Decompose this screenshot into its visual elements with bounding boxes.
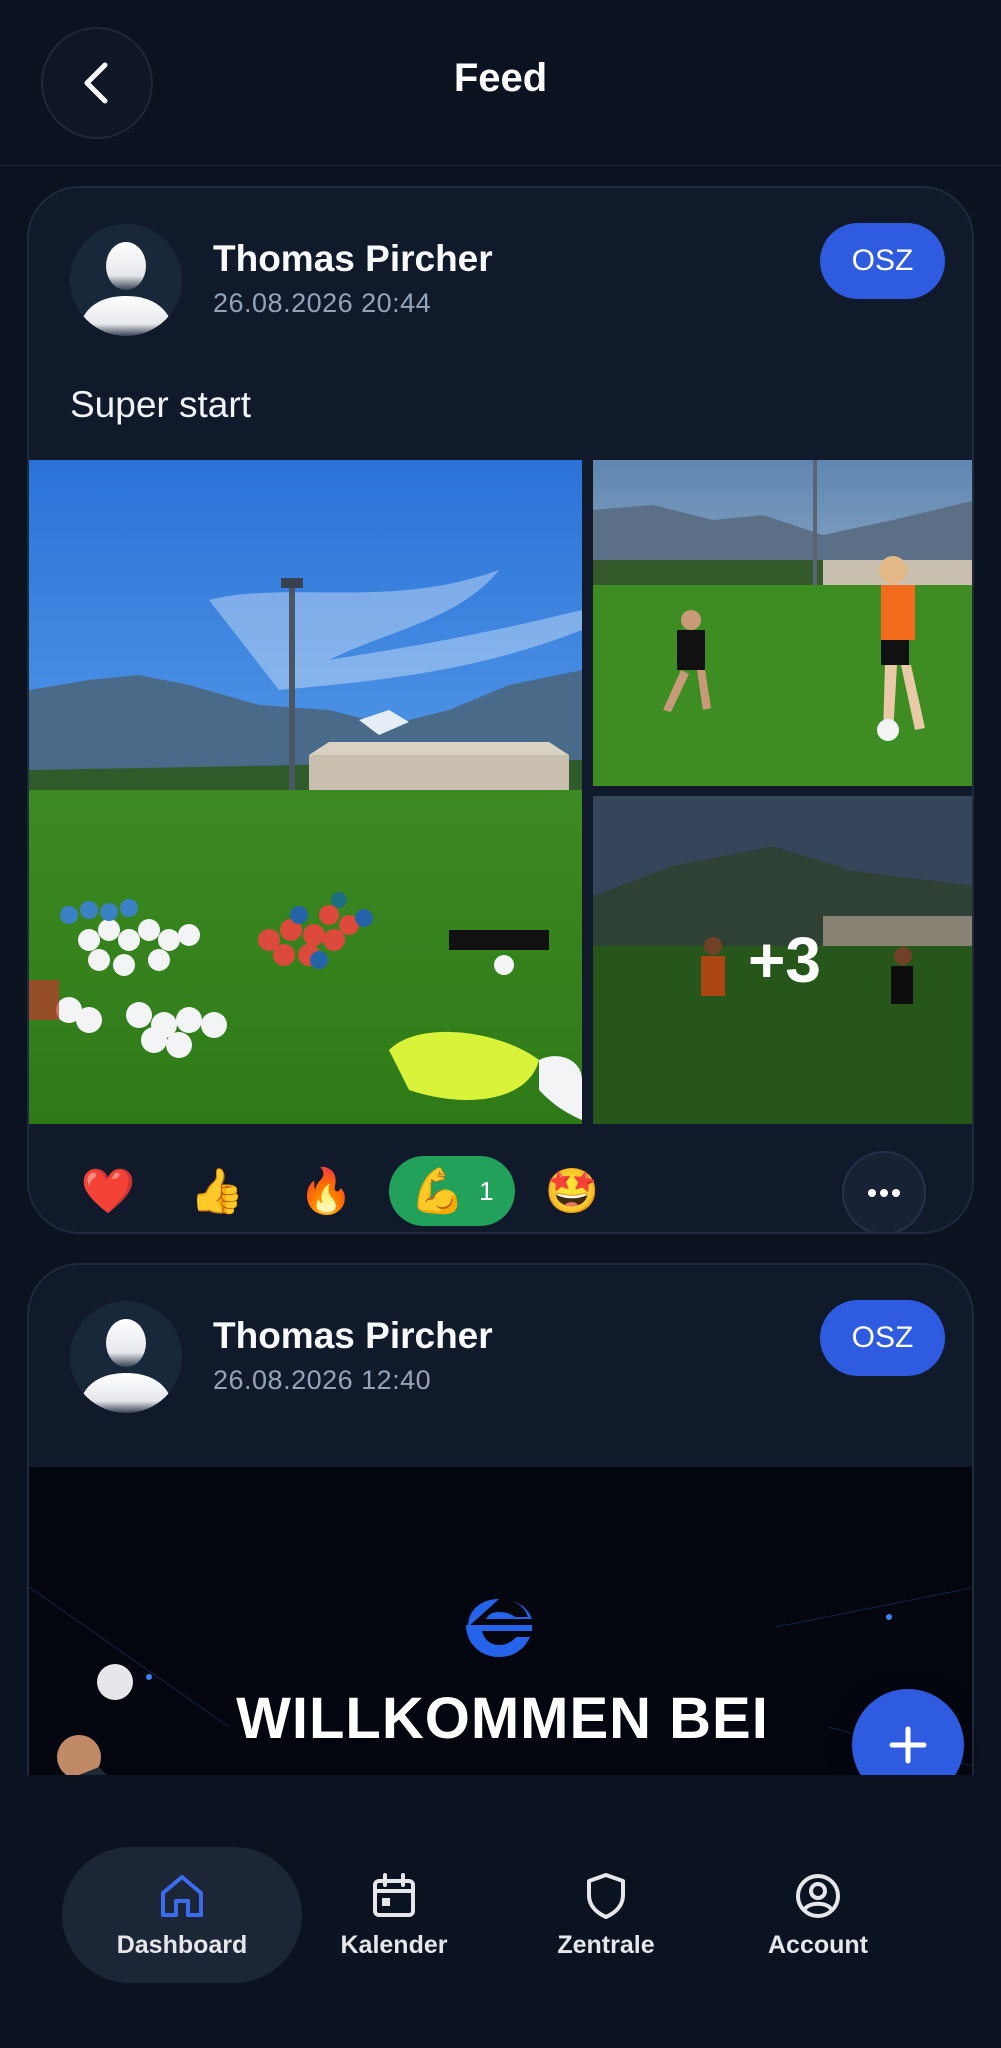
banner-title: WILLKOMMEN BEI	[236, 1686, 769, 1751]
gallery-photo-main[interactable]	[29, 460, 582, 1124]
post-timestamp: 26.08.2026 12:40	[213, 1365, 432, 1395]
home-icon	[161, 1874, 203, 1917]
nav-label: Account	[768, 1930, 868, 1959]
nav-item-account[interactable]: Account	[718, 1847, 918, 1983]
post-text: Super start	[70, 384, 251, 425]
reaction-fire[interactable]: 🔥	[297, 1156, 355, 1226]
heart-emoji-icon: ❤️	[80, 1167, 136, 1216]
user-silhouette-icon	[70, 224, 182, 336]
reaction-thumbs-up[interactable]: 👍	[188, 1156, 246, 1226]
author-name[interactable]: Thomas Pircher	[213, 238, 493, 280]
thumbs-up-emoji-icon: 👍	[189, 1167, 245, 1216]
post-banner-image[interactable]: WILLKOMMEN BEI EVOLVE SPORTS	[29, 1467, 972, 1775]
flexed-biceps-emoji-icon: 💪	[410, 1167, 466, 1216]
author-name[interactable]: Thomas Pircher	[213, 1315, 493, 1357]
avatar[interactable]	[70, 1301, 182, 1413]
photo-gallery: +3	[29, 460, 972, 1124]
plus-icon	[889, 1726, 927, 1764]
nav-label: Dashboard	[116, 1930, 248, 1959]
banner-subtitle: EVOLVE SPORTS	[29, 1765, 972, 1775]
star-struck-emoji-icon: 🤩	[544, 1167, 600, 1216]
post-card: Thomas Pircher 26.08.2026 12:40 OSZ WILL…	[27, 1263, 974, 1775]
nav-item-zentrale[interactable]: Zentrale	[506, 1847, 706, 1983]
feed-list[interactable]: Thomas Pircher 26.08.2026 20:44 OSZ Supe…	[0, 166, 1001, 1775]
more-photos-count[interactable]: +3	[593, 796, 972, 1124]
reaction-count: 1	[479, 1175, 494, 1206]
fire-emoji-icon: 🔥	[298, 1167, 354, 1216]
shield-icon	[587, 1872, 625, 1919]
nav-item-dashboard[interactable]: Dashboard	[62, 1847, 302, 1983]
app-header: Feed	[0, 0, 1001, 166]
post-card: Thomas Pircher 26.08.2026 20:44 OSZ Supe…	[27, 186, 974, 1234]
calendar-icon	[373, 1872, 415, 1917]
evolve-logo-icon	[466, 1599, 532, 1657]
reaction-flexed-biceps[interactable]: 💪 1	[389, 1156, 515, 1226]
nav-label: Zentrale	[557, 1930, 655, 1959]
reaction-star-struck[interactable]: 🤩	[543, 1156, 601, 1226]
bottom-navigation: Dashboard Kalender Zentrale Account	[0, 1775, 1001, 2048]
avatar[interactable]	[70, 224, 182, 336]
user-silhouette-icon	[70, 1301, 182, 1413]
group-badge[interactable]: OSZ	[820, 223, 945, 299]
page-title: Feed	[453, 56, 548, 100]
group-badge[interactable]: OSZ	[820, 1300, 945, 1376]
more-horizontal-icon	[868, 1189, 900, 1197]
post-timestamp: 26.08.2026 20:44	[213, 288, 432, 318]
account-circle-icon	[796, 1873, 840, 1918]
reaction-heart[interactable]: ❤️	[79, 1156, 137, 1226]
more-options-button[interactable]	[842, 1151, 926, 1232]
gallery-photo-3[interactable]: +3	[593, 796, 972, 1124]
gallery-photo-2[interactable]	[593, 460, 972, 786]
nav-label: Kalender	[340, 1930, 448, 1959]
nav-item-kalender[interactable]: Kalender	[294, 1847, 494, 1983]
reaction-bar: ❤️ 👍 🔥 💪 1 🤩	[29, 1124, 972, 1232]
